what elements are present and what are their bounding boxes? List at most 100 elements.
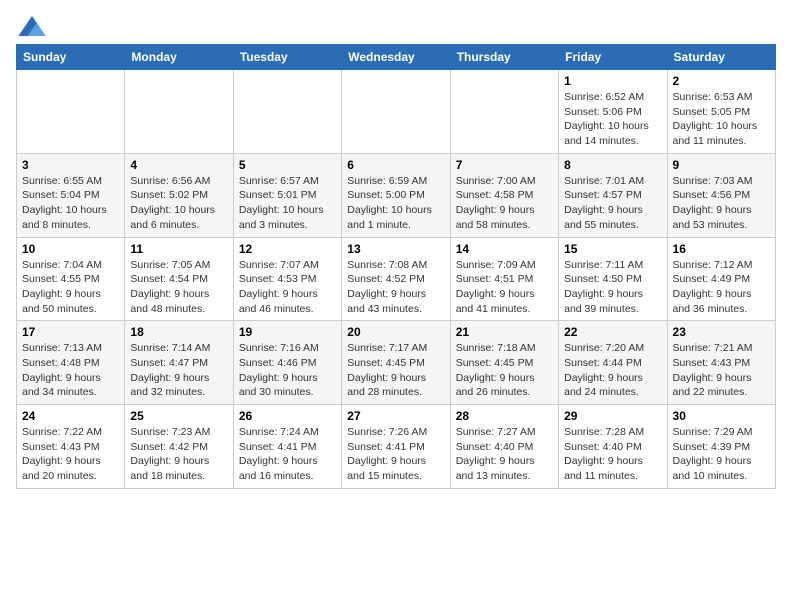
calendar-cell: 7 Sunrise: 7:00 AM Sunset: 4:58 PM Daylig… — [450, 153, 558, 237]
day-info: Sunrise: 7:18 AM Sunset: 4:45 PM Dayligh… — [456, 341, 553, 400]
day-info: Sunrise: 7:27 AM Sunset: 4:40 PM Dayligh… — [456, 425, 553, 484]
calendar-cell — [17, 70, 125, 154]
calendar-cell: 11 Sunrise: 7:05 AM Sunset: 4:54 PM Dayli… — [125, 237, 233, 321]
day-info: Sunrise: 7:17 AM Sunset: 4:45 PM Dayligh… — [347, 341, 444, 400]
day-number: 25 — [130, 409, 227, 423]
calendar-cell: 19 Sunrise: 7:16 AM Sunset: 4:46 PM Dayli… — [233, 321, 341, 405]
day-info: Sunrise: 6:57 AM Sunset: 5:01 PM Dayligh… — [239, 174, 336, 233]
calendar-cell: 21 Sunrise: 7:18 AM Sunset: 4:45 PM Dayli… — [450, 321, 558, 405]
day-header-tuesday: Tuesday — [233, 45, 341, 70]
calendar-cell: 23 Sunrise: 7:21 AM Sunset: 4:43 PM Dayli… — [667, 321, 775, 405]
day-info: Sunrise: 7:00 AM Sunset: 4:58 PM Dayligh… — [456, 174, 553, 233]
calendar-cell: 25 Sunrise: 7:23 AM Sunset: 4:42 PM Dayli… — [125, 405, 233, 489]
day-info: Sunrise: 7:05 AM Sunset: 4:54 PM Dayligh… — [130, 258, 227, 317]
calendar-cell: 2 Sunrise: 6:53 AM Sunset: 5:05 PM Daylig… — [667, 70, 775, 154]
day-number: 19 — [239, 325, 336, 339]
day-number: 5 — [239, 158, 336, 172]
day-number: 9 — [673, 158, 770, 172]
day-info: Sunrise: 7:29 AM Sunset: 4:39 PM Dayligh… — [673, 425, 770, 484]
day-header-thursday: Thursday — [450, 45, 558, 70]
calendar-cell: 8 Sunrise: 7:01 AM Sunset: 4:57 PM Daylig… — [559, 153, 667, 237]
day-number: 14 — [456, 242, 553, 256]
day-header-friday: Friday — [559, 45, 667, 70]
day-info: Sunrise: 7:13 AM Sunset: 4:48 PM Dayligh… — [22, 341, 119, 400]
day-info: Sunrise: 7:20 AM Sunset: 4:44 PM Dayligh… — [564, 341, 661, 400]
day-info: Sunrise: 7:09 AM Sunset: 4:51 PM Dayligh… — [456, 258, 553, 317]
day-number: 6 — [347, 158, 444, 172]
calendar-cell: 6 Sunrise: 6:59 AM Sunset: 5:00 PM Daylig… — [342, 153, 450, 237]
day-number: 26 — [239, 409, 336, 423]
calendar-cell: 4 Sunrise: 6:56 AM Sunset: 5:02 PM Daylig… — [125, 153, 233, 237]
calendar-header-row: SundayMondayTuesdayWednesdayThursdayFrid… — [17, 45, 776, 70]
day-info: Sunrise: 7:22 AM Sunset: 4:43 PM Dayligh… — [22, 425, 119, 484]
day-number: 12 — [239, 242, 336, 256]
calendar-cell — [125, 70, 233, 154]
day-number: 27 — [347, 409, 444, 423]
calendar-cell — [450, 70, 558, 154]
day-header-sunday: Sunday — [17, 45, 125, 70]
calendar-cell: 14 Sunrise: 7:09 AM Sunset: 4:51 PM Dayli… — [450, 237, 558, 321]
day-number: 10 — [22, 242, 119, 256]
day-info: Sunrise: 7:26 AM Sunset: 4:41 PM Dayligh… — [347, 425, 444, 484]
day-info: Sunrise: 7:11 AM Sunset: 4:50 PM Dayligh… — [564, 258, 661, 317]
calendar-cell: 1 Sunrise: 6:52 AM Sunset: 5:06 PM Daylig… — [559, 70, 667, 154]
calendar-cell: 3 Sunrise: 6:55 AM Sunset: 5:04 PM Daylig… — [17, 153, 125, 237]
calendar-cell: 30 Sunrise: 7:29 AM Sunset: 4:39 PM Dayli… — [667, 405, 775, 489]
day-info: Sunrise: 6:55 AM Sunset: 5:04 PM Dayligh… — [22, 174, 119, 233]
day-number: 24 — [22, 409, 119, 423]
calendar-cell: 18 Sunrise: 7:14 AM Sunset: 4:47 PM Dayli… — [125, 321, 233, 405]
calendar-week-row: 1 Sunrise: 6:52 AM Sunset: 5:06 PM Daylig… — [17, 70, 776, 154]
calendar-week-row: 17 Sunrise: 7:13 AM Sunset: 4:48 PM Dayli… — [17, 321, 776, 405]
day-number: 16 — [673, 242, 770, 256]
calendar-cell: 29Sunrise: 7:28 AM Sunset: 4:40 PM Dayli… — [559, 405, 667, 489]
day-info: Sunrise: 6:56 AM Sunset: 5:02 PM Dayligh… — [130, 174, 227, 233]
day-number: 30 — [673, 409, 770, 423]
day-info: Sunrise: 6:53 AM Sunset: 5:05 PM Dayligh… — [673, 90, 770, 149]
day-number: 17 — [22, 325, 119, 339]
day-number: 2 — [673, 74, 770, 88]
day-number: 18 — [130, 325, 227, 339]
day-number: 22 — [564, 325, 661, 339]
day-info: Sunrise: 7:08 AM Sunset: 4:52 PM Dayligh… — [347, 258, 444, 317]
day-info: Sunrise: 7:12 AM Sunset: 4:49 PM Dayligh… — [673, 258, 770, 317]
calendar-cell: 5 Sunrise: 6:57 AM Sunset: 5:01 PM Daylig… — [233, 153, 341, 237]
logo-icon — [18, 16, 46, 36]
calendar-week-row: 3 Sunrise: 6:55 AM Sunset: 5:04 PM Daylig… — [17, 153, 776, 237]
day-info: Sunrise: 6:59 AM Sunset: 5:00 PM Dayligh… — [347, 174, 444, 233]
day-number: 21 — [456, 325, 553, 339]
day-number: 4 — [130, 158, 227, 172]
day-info: Sunrise: 6:52 AM Sunset: 5:06 PM Dayligh… — [564, 90, 661, 149]
calendar-cell: 27 Sunrise: 7:26 AM Sunset: 4:41 PM Dayli… — [342, 405, 450, 489]
calendar-table: SundayMondayTuesdayWednesdayThursdayFrid… — [16, 44, 776, 489]
day-header-wednesday: Wednesday — [342, 45, 450, 70]
day-info: Sunrise: 7:23 AM Sunset: 4:42 PM Dayligh… — [130, 425, 227, 484]
calendar-cell: 16 Sunrise: 7:12 AM Sunset: 4:49 PM Dayli… — [667, 237, 775, 321]
day-number: 29 — [564, 409, 661, 423]
calendar-cell — [342, 70, 450, 154]
day-info: Sunrise: 7:03 AM Sunset: 4:56 PM Dayligh… — [673, 174, 770, 233]
day-number: 8 — [564, 158, 661, 172]
day-info: Sunrise: 7:16 AM Sunset: 4:46 PM Dayligh… — [239, 341, 336, 400]
calendar-cell: 13 Sunrise: 7:08 AM Sunset: 4:52 PM Dayli… — [342, 237, 450, 321]
day-number: 7 — [456, 158, 553, 172]
day-info: Sunrise: 7:01 AM Sunset: 4:57 PM Dayligh… — [564, 174, 661, 233]
day-number: 13 — [347, 242, 444, 256]
calendar-cell: 17 Sunrise: 7:13 AM Sunset: 4:48 PM Dayli… — [17, 321, 125, 405]
day-info: Sunrise: 7:21 AM Sunset: 4:43 PM Dayligh… — [673, 341, 770, 400]
page-header — [16, 16, 776, 32]
day-header-saturday: Saturday — [667, 45, 775, 70]
calendar-cell: 24 Sunrise: 7:22 AM Sunset: 4:43 PM Dayli… — [17, 405, 125, 489]
day-number: 1 — [564, 74, 661, 88]
day-number: 3 — [22, 158, 119, 172]
calendar-cell: 10 Sunrise: 7:04 AM Sunset: 4:55 PM Dayli… — [17, 237, 125, 321]
day-number: 11 — [130, 242, 227, 256]
logo — [16, 16, 46, 32]
day-header-monday: Monday — [125, 45, 233, 70]
day-info: Sunrise: 7:04 AM Sunset: 4:55 PM Dayligh… — [22, 258, 119, 317]
calendar-cell: 15 Sunrise: 7:11 AM Sunset: 4:50 PM Dayli… — [559, 237, 667, 321]
calendar-week-row: 10 Sunrise: 7:04 AM Sunset: 4:55 PM Dayli… — [17, 237, 776, 321]
calendar-cell: 28Sunrise: 7:27 AM Sunset: 4:40 PM Dayli… — [450, 405, 558, 489]
day-number: 23 — [673, 325, 770, 339]
day-number: 15 — [564, 242, 661, 256]
day-info: Sunrise: 7:14 AM Sunset: 4:47 PM Dayligh… — [130, 341, 227, 400]
